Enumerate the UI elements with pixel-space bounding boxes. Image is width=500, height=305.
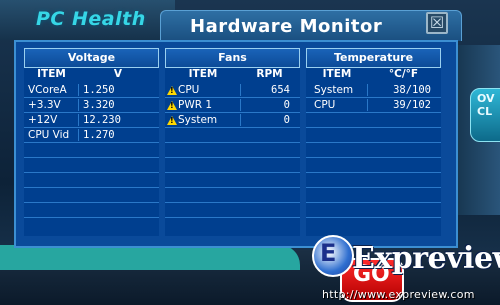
voltage-item: VCoreA xyxy=(24,84,79,96)
table-row-empty xyxy=(24,158,159,173)
fan-item: CPU xyxy=(165,84,241,96)
table-row: +12V 12.230 xyxy=(24,113,159,128)
table-row-empty xyxy=(165,188,300,203)
table-row-empty xyxy=(306,173,441,188)
fan-item-label: System xyxy=(178,114,218,126)
warning-icon xyxy=(167,100,177,110)
temperature-col-value: °C/°F xyxy=(388,68,419,80)
table-row-empty xyxy=(306,143,441,158)
table-row-empty xyxy=(165,128,300,143)
table-row-empty xyxy=(24,143,159,158)
table-row: VCoreA 1.250 xyxy=(24,83,159,98)
table-row: CPU 39/102 xyxy=(306,98,441,113)
voltage-value: 3.320 xyxy=(83,99,115,111)
voltage-value: 1.270 xyxy=(83,129,115,141)
fans-column-headers: ITEM RPM xyxy=(165,68,300,83)
voltage-value: 1.250 xyxy=(83,84,115,96)
fan-rpm: 0 xyxy=(283,114,290,126)
table-row: System 38/100 xyxy=(306,83,441,98)
temperature-value: 39/102 xyxy=(393,99,431,111)
voltage-item: CPU Vid xyxy=(24,129,79,141)
voltage-value: 12.230 xyxy=(83,114,121,126)
fans-table: Fans ITEM RPM CPU 654 PWR 1 0 System 0 xyxy=(165,48,300,236)
app-title: PC Health xyxy=(36,8,146,30)
table-row-empty xyxy=(306,203,441,218)
table-row: CPU 654 xyxy=(165,83,300,98)
fan-rpm: 0 xyxy=(283,99,290,111)
voltage-column-headers: ITEM V xyxy=(24,68,159,83)
table-row-empty xyxy=(306,158,441,173)
window-title: Hardware Monitor xyxy=(190,16,383,37)
table-row-empty xyxy=(24,173,159,188)
table-row-empty xyxy=(306,128,441,143)
temperature-item: System xyxy=(306,84,368,96)
temperature-col-item: ITEM xyxy=(322,68,352,80)
table-row-empty xyxy=(306,188,441,203)
temperature-value: 38/100 xyxy=(393,84,431,96)
close-button[interactable]: ☒ xyxy=(426,12,448,34)
voltage-col-value: V xyxy=(113,68,123,80)
voltage-col-item: ITEM xyxy=(37,68,66,80)
table-row-empty xyxy=(24,188,159,203)
fan-item: System xyxy=(165,114,241,126)
overclock-button-label: OV CL xyxy=(477,92,495,118)
temperature-column-headers: ITEM °C/°F xyxy=(306,68,441,83)
bottom-accent xyxy=(0,245,300,270)
temperature-item: CPU xyxy=(306,99,368,111)
table-row: +3.3V 3.320 xyxy=(24,98,159,113)
table-row-empty xyxy=(165,203,300,218)
monitor-panel: Voltage ITEM V VCoreA 1.250 +3.3V 3.320 … xyxy=(14,40,458,248)
fans-col-item: ITEM xyxy=(188,68,218,80)
table-row-empty xyxy=(165,158,300,173)
fan-item-label: PWR 1 xyxy=(178,99,213,111)
watermark-url: http://www.expreview.com xyxy=(322,288,475,301)
table-row: CPU Vid 1.270 xyxy=(24,128,159,143)
watermark-brand: Expreview xyxy=(352,241,500,276)
watermark-logo-letter: E xyxy=(320,239,337,267)
table-row-empty xyxy=(165,143,300,158)
fan-item: PWR 1 xyxy=(165,99,241,111)
warning-icon xyxy=(167,85,177,95)
voltage-table: Voltage ITEM V VCoreA 1.250 +3.3V 3.320 … xyxy=(24,48,159,236)
voltage-item: +3.3V xyxy=(24,99,79,111)
fans-header: Fans xyxy=(165,48,300,68)
voltage-item: +12V xyxy=(24,114,79,126)
warning-icon xyxy=(167,115,177,125)
table-row: PWR 1 0 xyxy=(165,98,300,113)
temperature-header: Temperature xyxy=(306,48,441,68)
temperature-table: Temperature ITEM °C/°F System 38/100 CPU… xyxy=(306,48,441,236)
fan-item-label: CPU xyxy=(178,84,200,96)
fans-col-value: RPM xyxy=(256,68,283,80)
table-row: System 0 xyxy=(165,113,300,128)
fan-rpm: 654 xyxy=(271,84,290,96)
table-row-empty xyxy=(306,113,441,128)
voltage-header: Voltage xyxy=(24,48,159,68)
table-row-empty xyxy=(24,203,159,218)
table-row-empty xyxy=(165,173,300,188)
